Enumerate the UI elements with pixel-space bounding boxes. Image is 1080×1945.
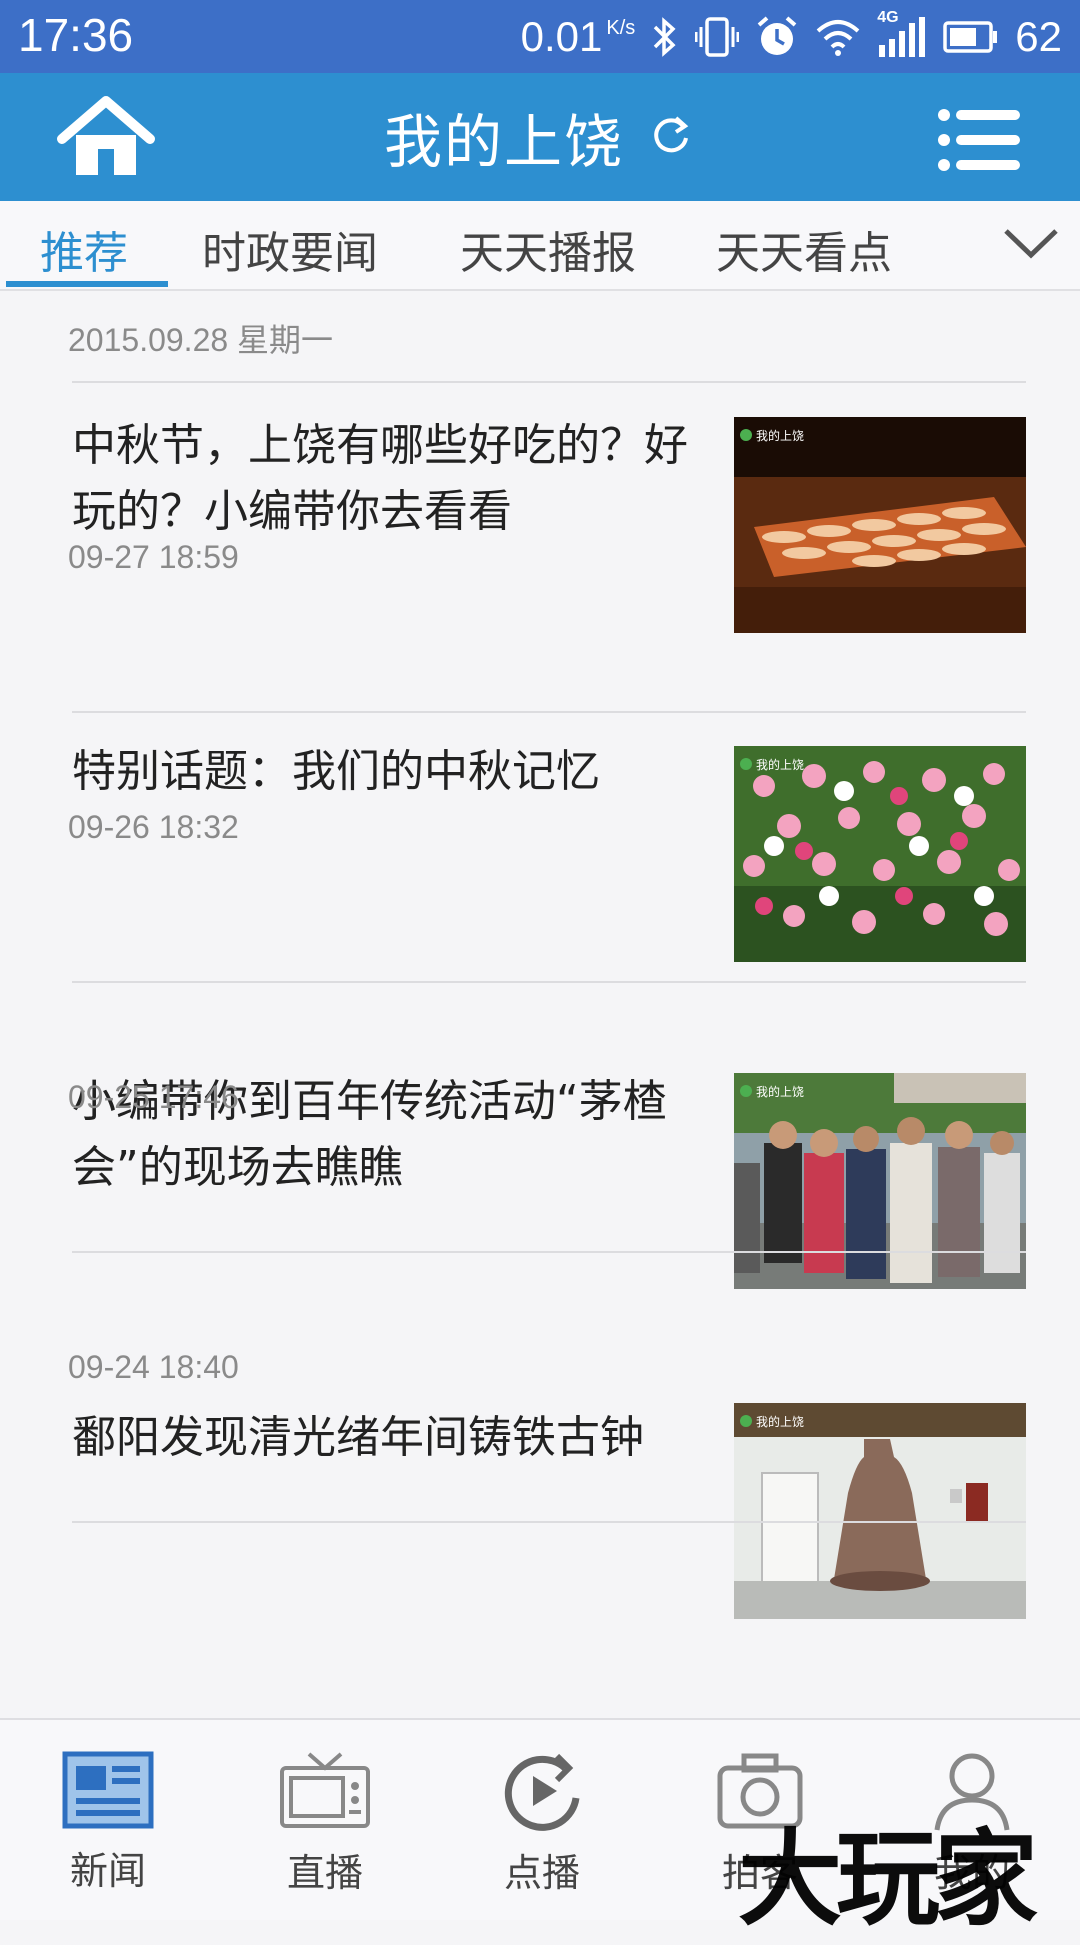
expand-tabs-button[interactable] xyxy=(1002,221,1060,265)
divider xyxy=(72,1251,1026,1253)
status-time: 17:36 xyxy=(18,9,134,61)
watermark: 大玩家 xyxy=(738,1817,1038,1940)
tab-recommend[interactable]: 推荐 xyxy=(40,217,128,281)
news-thumbnail: 我的上饶 xyxy=(734,417,1026,633)
news-thumbnail: 我的上饶 xyxy=(734,746,1026,962)
tab-daily-highlights[interactable]: 天天看点 xyxy=(716,217,892,281)
news-icon xyxy=(62,1751,154,1829)
news-item-time: 09-25 17:46 xyxy=(68,1079,239,1115)
nav-vod[interactable]: 点播 xyxy=(462,1750,622,1897)
alarm-icon xyxy=(755,15,799,59)
nav-news[interactable]: 新闻 xyxy=(28,1750,188,1895)
news-feed: 2015.09.28 星期一 中秋节，上饶有哪些好吃的？好玩的？小编带你去看看 … xyxy=(0,293,1080,1718)
vibrate-icon xyxy=(695,15,740,59)
tab-daily-broadcast[interactable]: 天天播报 xyxy=(460,217,636,281)
tv-icon xyxy=(280,1752,370,1828)
nav-live[interactable]: 直播 xyxy=(245,1750,405,1897)
news-item-title: 中秋节，上饶有哪些好吃的？好玩的？小编带你去看看 xyxy=(72,420,688,537)
home-button[interactable] xyxy=(56,95,156,181)
news-item-time: 09-24 18:40 xyxy=(68,1349,239,1385)
divider xyxy=(72,711,1026,713)
news-thumbnail: 我的上饶 xyxy=(734,1073,1026,1289)
signal-icon: 4G xyxy=(877,9,927,59)
active-tab-indicator xyxy=(6,281,168,287)
battery-level: 62 xyxy=(1015,13,1062,60)
nav-vod-label: 点播 xyxy=(503,1851,580,1895)
wifi-icon xyxy=(815,17,861,57)
app-bar: 我的上饶 xyxy=(0,73,1080,201)
news-item-time: 09-26 18:32 xyxy=(68,809,239,845)
chevron-down-icon xyxy=(1004,229,1058,259)
divider xyxy=(72,1521,1026,1523)
status-indicators: 0.01 K/s 4G 62 xyxy=(521,8,1062,66)
thumb-caption: 我的上饶 xyxy=(756,1414,804,1429)
nav-news-label: 新闻 xyxy=(69,1849,146,1893)
status-bar: 17:36 0.01 K/s 4G 62 xyxy=(0,0,1080,73)
divider xyxy=(72,381,1026,383)
home-icon xyxy=(57,96,155,175)
nav-live-label: 直播 xyxy=(286,1851,363,1895)
bluetooth-icon xyxy=(651,15,679,59)
battery-icon xyxy=(943,20,999,54)
title-area: 我的上饶 xyxy=(384,97,692,177)
tab-politics[interactable]: 时政要闻 xyxy=(202,217,378,281)
refresh-icon xyxy=(654,116,689,153)
network-speed: 0.01 K/s xyxy=(520,13,636,60)
play-icon xyxy=(504,1753,580,1831)
thumb-caption: 我的上饶 xyxy=(756,1084,804,1099)
menu-icon xyxy=(938,109,1020,171)
news-item-title: 鄱阳发现清光绪年间铸铁古钟 xyxy=(72,1412,644,1463)
refresh-button[interactable] xyxy=(650,114,692,160)
feed-date-header: 2015.09.28 星期一 xyxy=(68,322,334,358)
app-title: 我的上饶 xyxy=(384,108,625,176)
news-item-time: 09-27 18:59 xyxy=(68,539,239,575)
category-tabs: 推荐 时政要闻 天天播报 天天看点 xyxy=(0,201,1080,291)
news-item-title: 特别话题：我们的中秋记忆 xyxy=(72,746,600,797)
thumb-caption: 我的上饶 xyxy=(756,428,804,443)
menu-button[interactable] xyxy=(938,107,1020,173)
divider xyxy=(72,981,1026,983)
thumb-caption: 我的上饶 xyxy=(756,757,804,772)
news-thumbnail: 我的上饶 xyxy=(734,1403,1026,1619)
